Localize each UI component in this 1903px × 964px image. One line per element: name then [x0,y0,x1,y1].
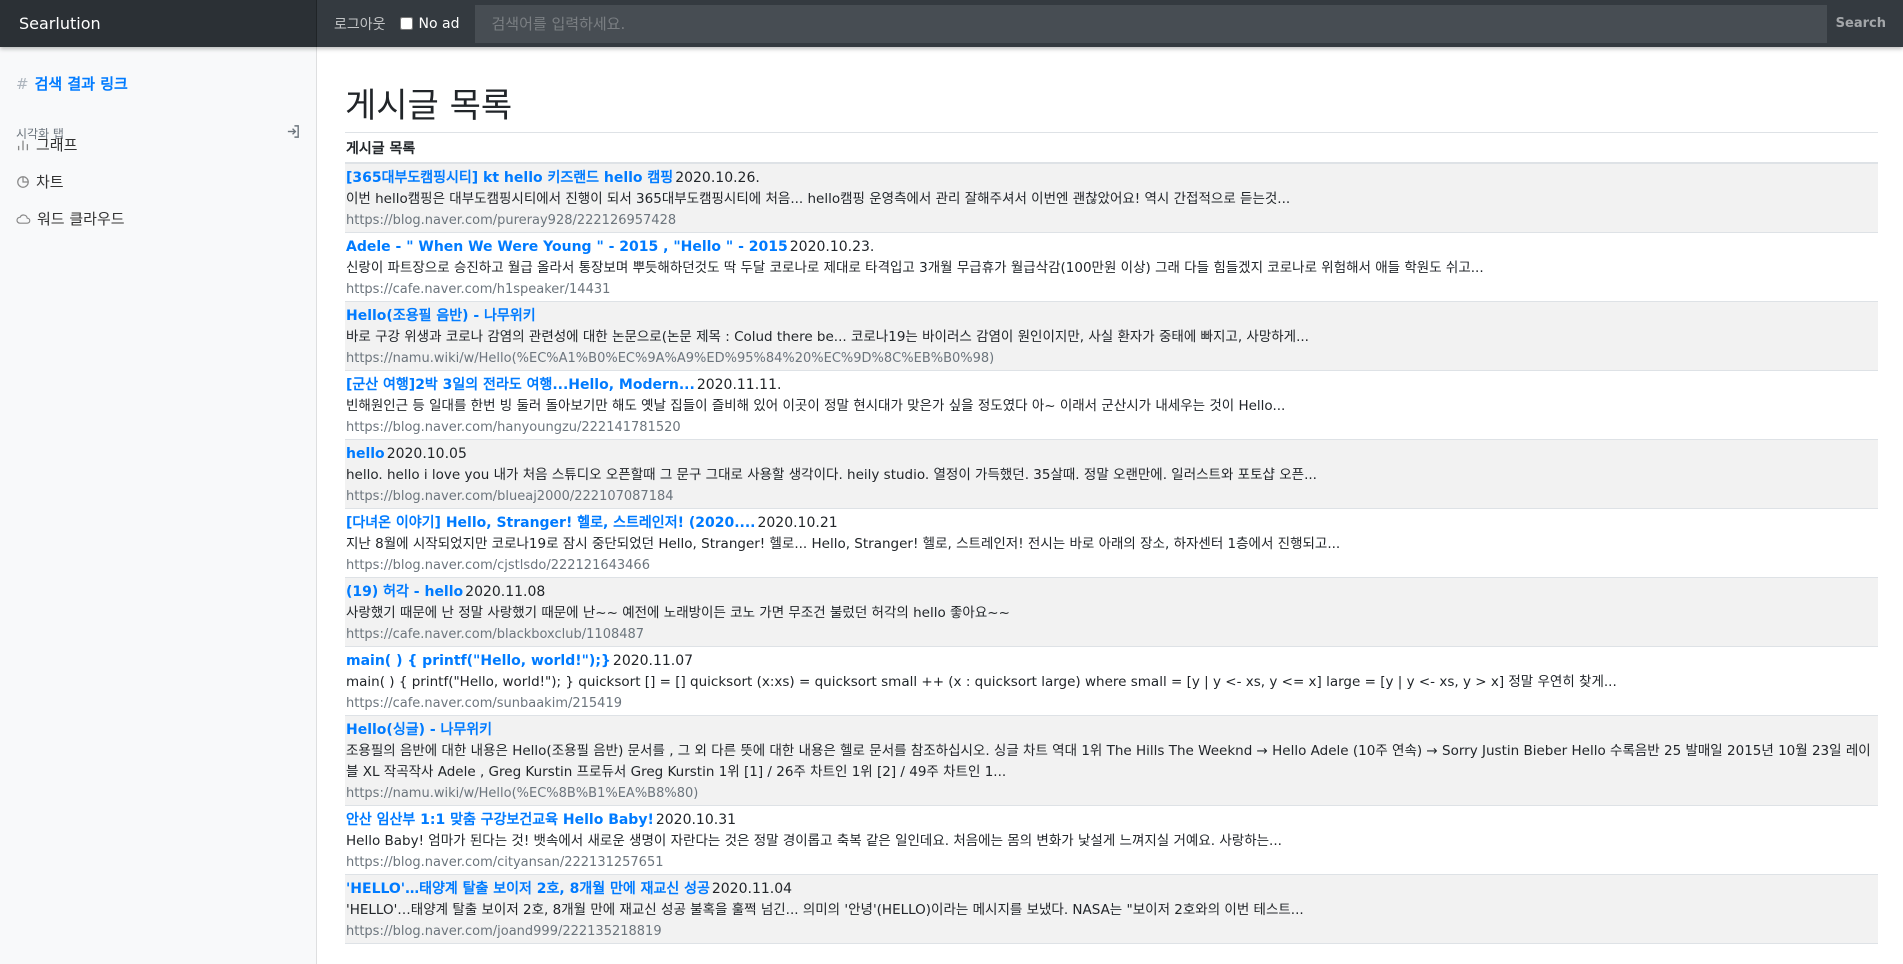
result-head: 안산 임산부 1:1 맞춤 구강보건교육 Hello Baby! 2020.10.… [346,810,1877,831]
page-title: 게시글 목록 [345,86,513,126]
result-date: 2020.11.08 [465,584,546,600]
logout-link[interactable]: 로그아웃 [334,14,386,34]
result-snippet: 이번 hello캠핑은 대부도캠핑시티에서 진행이 되서 365대부도캠핑시티에… [346,191,1291,207]
no-ad-toggle[interactable]: No ad [399,15,460,32]
result-snippet: 빈해원인근 등 일대를 한번 빙 둘러 돌아보기만 해도 옛날 집들이 즐비해 … [346,398,1286,414]
result-item: [군산 여행]2박 3일의 전라도 여행...Hello, Modern... 2… [345,371,1878,440]
result-url[interactable]: https://blog.naver.com/cityansan/2221312… [346,852,1877,873]
results-list: [365대부도캠핑시티] kt hello 키즈랜드 hello 캠핑 2020.… [345,162,1878,944]
result-head: Adele - " When We Were Young " - 2015 , … [346,237,1877,258]
result-title-link[interactable]: (19) 허각 - hello [346,584,463,600]
result-item: [365대부도캠핑시티] kt hello 키즈랜드 hello 캠핑 2020.… [345,164,1878,233]
result-title-link[interactable]: hello [346,446,385,462]
result-title-link[interactable]: Hello(조용필 음반) - 나무위키 [346,308,536,324]
result-head: [365대부도캠핑시티] kt hello 키즈랜드 hello 캠핑 2020.… [346,168,1877,189]
cloud-icon [16,213,31,224]
result-snippet: hello. hello i love you 내가 처음 스튜디오 오픈할때 … [346,467,1317,483]
result-title-link[interactable]: [365대부도캠핑시티] kt hello 키즈랜드 hello 캠핑 [346,170,673,186]
result-snippet: main( ) { printf("Hello, world!"); } qui… [346,674,1617,690]
result-url[interactable]: https://blog.naver.com/blueaj2000/222107… [346,486,1877,507]
result-head: (19) 허각 - hello 2020.11.08 [346,582,1877,603]
result-url[interactable]: https://namu.wiki/w/Hello(%EC%A1%B0%EC%9… [346,348,1877,369]
result-url[interactable]: https://blog.naver.com/pureray928/222126… [346,210,1877,231]
result-date: 2020.10.05 [386,446,467,462]
result-snippet: 지난 8월에 시작되었지만 코로나19로 잠시 중단되었던 Hello, Str… [346,536,1341,552]
sidebar-item-chart[interactable]: 차트 [16,171,64,192]
result-item: hello 2020.10.05 hello. hello i love you 내… [345,440,1878,509]
result-url[interactable]: https://blog.naver.com/joand999/22213521… [346,921,1877,942]
pie-chart-icon [17,175,29,188]
result-head: main( ) { printf("Hello, world!");} 2020.… [346,651,1877,672]
result-title-link[interactable]: main( ) { printf("Hello, world!");} [346,653,611,669]
hash-icon: # [16,74,29,93]
result-item: (19) 허각 - hello 2020.11.08 사랑했기 때문에 난 정말 사… [345,578,1878,647]
result-snippet: 바로 구강 위생과 코로나 감염의 관련성에 대한 논문으로(논문 제목 : C… [346,329,1309,345]
result-item: main( ) { printf("Hello, world!");} 2020.… [345,647,1878,716]
result-item: 안산 임산부 1:1 맞춤 구강보건교육 Hello Baby! 2020.10.… [345,806,1878,875]
result-head: [군산 여행]2박 3일의 전라도 여행...Hello, Modern... 2… [346,375,1877,396]
result-snippet: Hello Baby! 엄마가 된다는 것! 뱃속에서 새로운 생명이 자란다는… [346,833,1282,849]
result-url[interactable]: https://cafe.naver.com/h1speaker/14431 [346,279,1877,300]
sidebar-item-label: 그래프 [36,136,78,154]
result-item: Hello(싱글) - 나무위키조용필의 음반에 대한 내용은 Hello(조용… [345,716,1878,806]
login-icon[interactable] [286,124,301,142]
search-button[interactable]: Search [1836,16,1886,31]
result-item: [다녀온 이야기] Hello, Stranger! 헬로, 스트레인저! (2… [345,509,1878,578]
sidebar-item-label: 차트 [36,173,64,191]
sidebar: # 검색 결과 링크 시각화 탭 그래프 차트 워드 클라우드 [0,47,317,964]
result-url[interactable]: https://blog.naver.com/hanyoungzu/222141… [346,417,1877,438]
result-title-link[interactable]: 'HELLO'…태양계 탈출 보이저 2호, 8개월 만에 재교신 성공 [346,881,710,897]
result-title-link[interactable]: [다녀온 이야기] Hello, Stranger! 헬로, 스트레인저! (2… [346,515,755,531]
result-title-link[interactable]: 안산 임산부 1:1 맞춤 구강보건교육 Hello Baby! [346,812,654,828]
result-date: 2020.11.07 [612,653,694,669]
no-ad-checkbox[interactable] [399,17,413,30]
search-input[interactable] [474,4,1827,43]
result-item: Adele - " When We Were Young " - 2015 , … [345,233,1878,302]
result-date: 2020.10.23. [789,239,875,255]
result-item: Hello(조용필 음반) - 나무위키바로 구강 위생과 코로나 감염의 관련… [345,302,1878,371]
result-date: 2020.10.31 [655,812,737,828]
result-url[interactable]: https://namu.wiki/w/Hello(%EC%8B%B1%EA%B… [346,783,1877,804]
result-snippet: 조용필의 음반에 대한 내용은 Hello(조용필 음반) 문서를 , 그 외 … [346,743,1871,780]
result-date: 2020.11.11. [696,377,782,393]
result-head: Hello(조용필 음반) - 나무위키 [346,306,1877,327]
bar-chart-icon [17,140,29,150]
sidebar-item-label: 워드 클라우드 [37,210,125,228]
result-snippet: 신랑이 파트장으로 승진하고 월급 올라서 통장보며 뿌듯해하던것도 딱 두달 … [346,260,1484,276]
search-results-link-label: 검색 결과 링크 [34,75,128,93]
results-header: 게시글 목록 [346,141,416,157]
main-content: 게시글 목록 게시글 목록 [365대부도캠핑시티] kt hello 키즈랜드… [345,47,1878,944]
result-title-link[interactable]: Hello(싱글) - 나무위키 [346,722,492,738]
result-head: hello 2020.10.05 [346,444,1877,465]
result-title-link[interactable]: Adele - " When We Were Young " - 2015 , … [346,239,788,255]
result-item: 'HELLO'…태양계 탈출 보이저 2호, 8개월 만에 재교신 성공 2020… [345,875,1878,944]
result-snippet: 사랑했기 때문에 난 정말 사랑했기 때문에 난~~ 예전에 노래방이든 코노 … [346,605,1010,621]
search-results-link[interactable]: # 검색 결과 링크 [16,73,128,94]
top-navbar: Searlution 로그아웃 No ad Search [0,0,1903,47]
result-date: 2020.10.21 [757,515,838,531]
sidebar-item-graph[interactable]: 그래프 [16,134,77,155]
brand-logo[interactable]: Searlution [0,0,317,47]
result-date: 2020.10.26. [675,170,760,186]
result-head: Hello(싱글) - 나무위키 [346,720,1877,741]
result-head: 'HELLO'…태양계 탈출 보이저 2호, 8개월 만에 재교신 성공 2020… [346,879,1877,900]
sidebar-item-word-cloud[interactable]: 워드 클라우드 [16,208,125,229]
result-date: 2020.11.04 [711,881,793,897]
result-snippet: 'HELLO'…태양계 탈출 보이저 2호, 8개월 만에 재교신 성공 불혹을… [346,902,1304,918]
result-url[interactable]: https://cafe.naver.com/blackboxclub/1108… [346,624,1877,645]
result-head: [다녀온 이야기] Hello, Stranger! 헬로, 스트레인저! (2… [346,513,1877,534]
result-url[interactable]: https://blog.naver.com/cjstlsdo/22212164… [346,555,1877,576]
no-ad-label: No ad [418,15,460,32]
result-url[interactable]: https://cafe.naver.com/sunbaakim/215419 [346,693,1877,714]
result-title-link[interactable]: [군산 여행]2박 3일의 전라도 여행...Hello, Modern... [346,377,695,393]
